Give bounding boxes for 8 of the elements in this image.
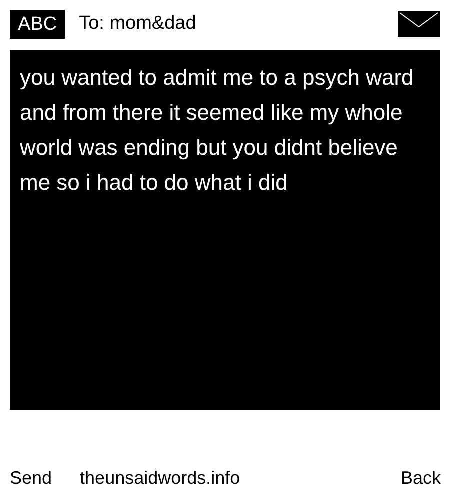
back-softkey[interactable]: Back (400, 468, 441, 488)
recipient-label: To: mom&dad (79, 13, 198, 35)
message-text: you wanted to admit me to a psych ward and from there it seemed like my whole world was ending but you didnt believe me so i had to do what i did (20, 64, 415, 197)
site-label: theunsaidwords.info (80, 468, 242, 488)
message-area[interactable]: you wanted to admit me to a psych ward and from there it seemed like my whole world was ending but you didnt believe me so i had to do what i did (10, 50, 440, 410)
input-mode-badge: ABC (10, 10, 66, 38)
send-softkey[interactable]: Send (10, 468, 52, 488)
envelope-icon (398, 11, 440, 37)
